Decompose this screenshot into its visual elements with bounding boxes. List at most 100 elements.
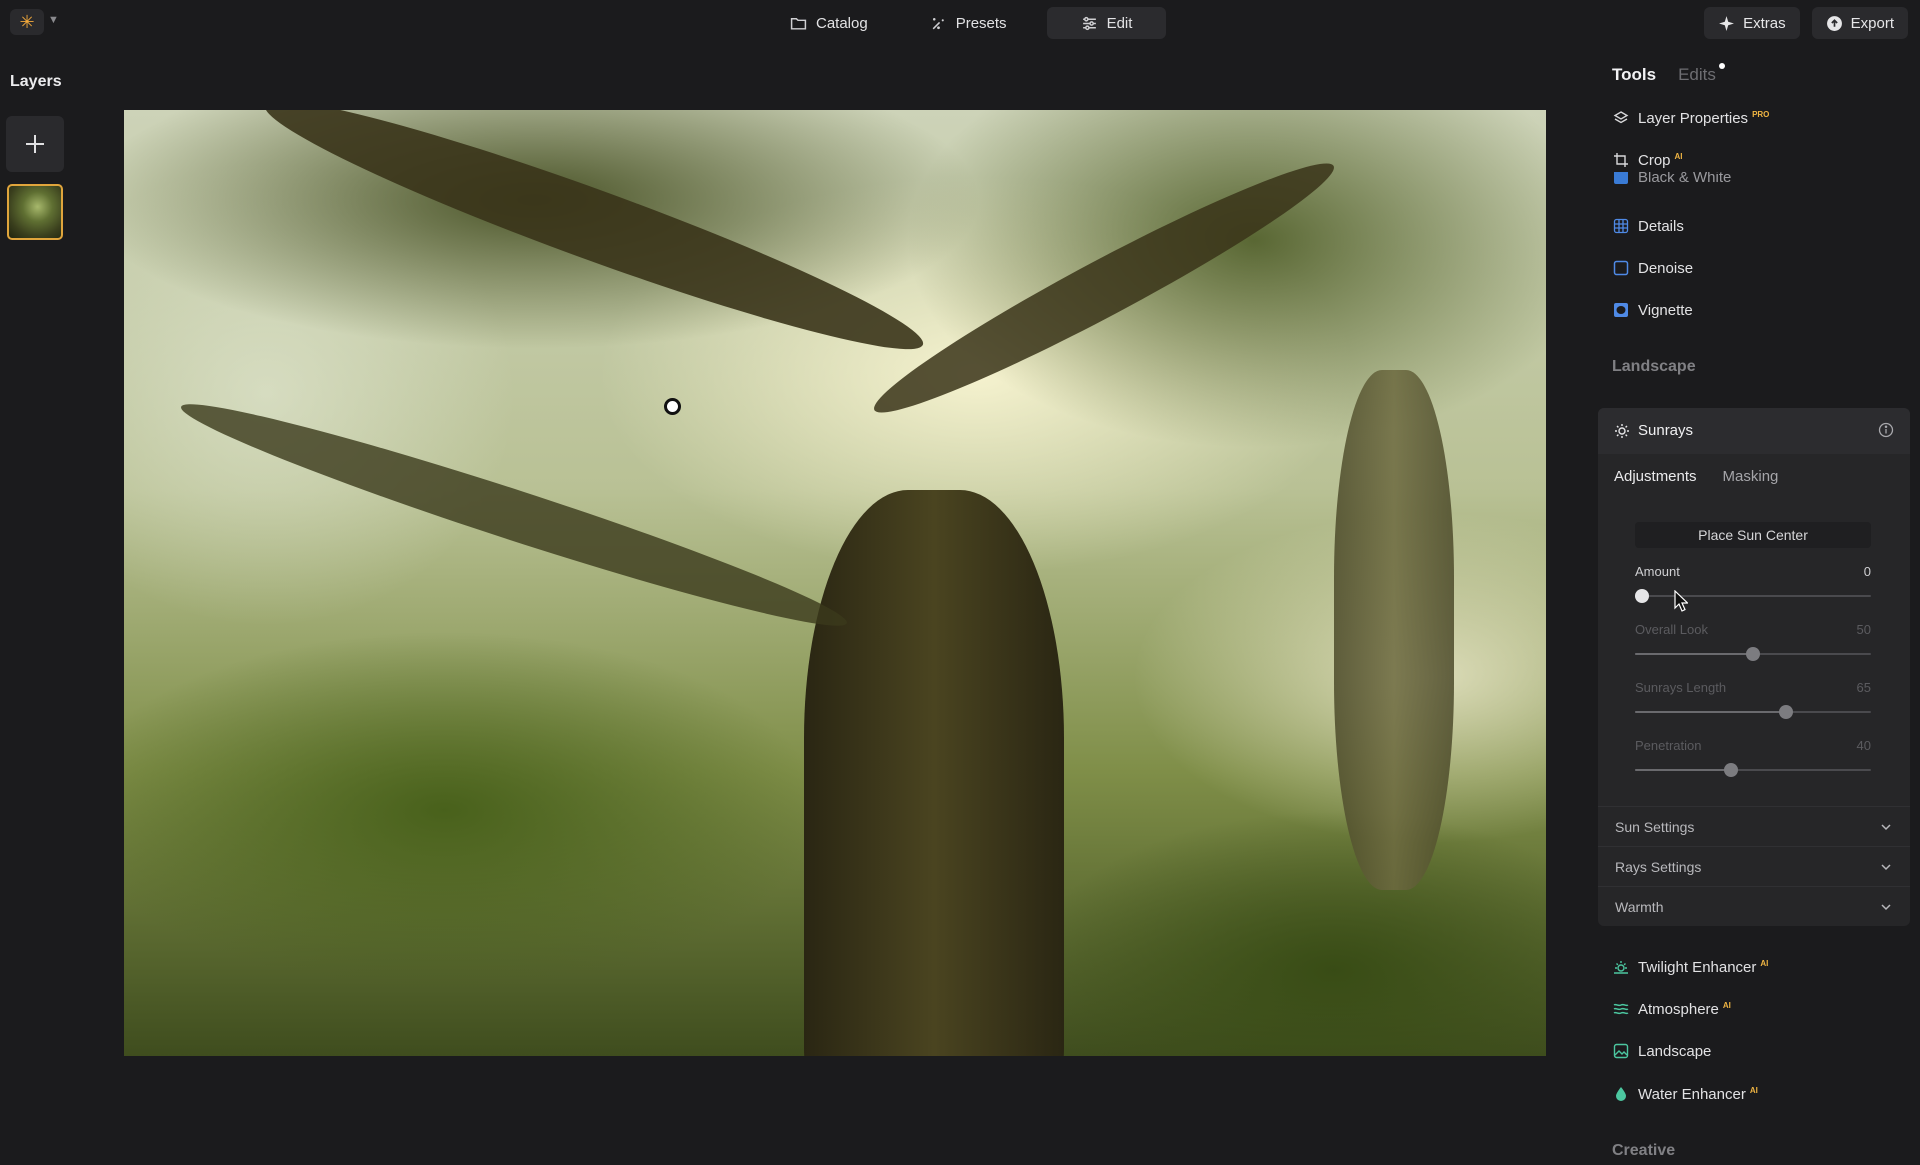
- add-layer-button[interactable]: [6, 116, 64, 172]
- rays-settings-accordion[interactable]: Rays Settings: [1598, 846, 1910, 886]
- layer-thumbnail[interactable]: [7, 184, 63, 240]
- panel-tabs: Tools Edits: [1612, 63, 1725, 85]
- bw-icon: [1614, 172, 1628, 184]
- tool-black-white[interactable]: Black & White: [1612, 172, 1731, 186]
- nav-presets-button[interactable]: Presets: [908, 7, 1029, 39]
- twilight-icon: [1614, 961, 1628, 974]
- sun-settings-accordion[interactable]: Sun Settings: [1598, 806, 1910, 846]
- tool-label: Atmosphere: [1638, 1000, 1719, 1018]
- plus-icon: [26, 135, 44, 153]
- tool-water-enhancer[interactable]: Water Enhancer AI: [1612, 1082, 1758, 1106]
- ai-badge: AI: [1749, 1085, 1758, 1095]
- section-landscape: Landscape: [1612, 358, 1696, 375]
- photo-canvas[interactable]: [124, 110, 1546, 1056]
- folder-icon: [790, 17, 807, 30]
- tool-label: Twilight Enhancer: [1638, 958, 1757, 976]
- tab-masking[interactable]: Masking: [1723, 468, 1779, 485]
- tool-label: Crop: [1638, 151, 1671, 169]
- app-menu-button[interactable]: ✳: [10, 9, 44, 35]
- ai-badge: AI: [1674, 151, 1683, 161]
- slider-fill: [1635, 653, 1753, 655]
- tab-edits-label: Edits: [1678, 65, 1716, 84]
- chevron-down-icon[interactable]: ▼: [48, 14, 59, 26]
- tool-vignette[interactable]: Vignette: [1612, 298, 1693, 322]
- tab-adjustments[interactable]: Adjustments: [1614, 468, 1697, 485]
- slider-value: 50: [1856, 622, 1871, 637]
- tree-branch-decor: [173, 383, 855, 647]
- slider-thumb[interactable]: [1746, 647, 1760, 661]
- place-sun-center-button[interactable]: Place Sun Center: [1635, 522, 1871, 548]
- sun-logo-icon: ✳: [19, 12, 35, 32]
- tool-layer-properties[interactable]: Layer Properties PRO: [1612, 106, 1769, 130]
- sunrays-title-label: Sunrays: [1638, 422, 1694, 439]
- tool-landscape[interactable]: Landscape: [1612, 1039, 1711, 1063]
- foliage-decor: [904, 110, 1546, 450]
- nav-catalog-button[interactable]: Catalog: [768, 7, 890, 39]
- chevron-down-icon: [1881, 863, 1891, 870]
- slider-value: 40: [1856, 738, 1871, 753]
- tool-twilight-enhancer[interactable]: Twilight Enhancer AI: [1612, 955, 1768, 979]
- sparkle-icon: [932, 17, 944, 29]
- slider-thumb[interactable]: [1635, 589, 1649, 603]
- slider-thumb[interactable]: [1723, 763, 1738, 777]
- ai-badge: AI: [1760, 958, 1769, 968]
- chevron-down-icon: [1881, 823, 1891, 830]
- tool-label: Water Enhancer: [1638, 1085, 1746, 1103]
- foliage-decor: [124, 630, 824, 990]
- section-creative: Creative: [1612, 1142, 1676, 1159]
- tool-atmosphere[interactable]: Atmosphere AI: [1612, 997, 1731, 1021]
- slider-thumb[interactable]: [1779, 705, 1794, 719]
- atmosphere-icon: [1613, 1003, 1629, 1015]
- tree-trunk-decor: [1334, 370, 1454, 890]
- warmth-accordion[interactable]: Warmth: [1598, 886, 1910, 926]
- tab-edits[interactable]: Edits: [1678, 63, 1725, 85]
- slider-value: 0: [1863, 564, 1871, 579]
- tool-label: Black & White: [1638, 172, 1732, 186]
- foliage-decor: [1024, 810, 1546, 1056]
- details-icon: [1613, 218, 1629, 234]
- layers-title: Layers: [10, 73, 62, 90]
- layers-icon: [1613, 111, 1629, 124]
- sun-icon: [1615, 423, 1629, 438]
- tool-details[interactable]: Details: [1612, 214, 1684, 238]
- edits-indicator-dot: [1718, 63, 1725, 69]
- water-drop-icon: [1616, 1087, 1626, 1101]
- tool-label: Denoise: [1638, 259, 1694, 277]
- main-nav: Catalog Presets Edit: [768, 7, 1167, 39]
- landscape-icon: [1613, 1043, 1629, 1059]
- vignette-icon: [1614, 303, 1628, 317]
- tool-crop[interactable]: Crop AI: [1612, 148, 1683, 172]
- penetration-slider[interactable]: Penetration 40: [1635, 738, 1871, 777]
- nav-edit-label: Edit: [1106, 14, 1133, 32]
- tool-label: Layer Properties: [1638, 109, 1749, 127]
- sun-center-handle[interactable]: [664, 398, 681, 415]
- slider-fill: [1635, 711, 1787, 713]
- slider-label: Overall Look: [1635, 622, 1708, 637]
- mouse-cursor-icon: [1674, 590, 1688, 612]
- slider-track[interactable]: [1635, 589, 1871, 603]
- tool-denoise[interactable]: Denoise: [1612, 256, 1693, 280]
- chevron-down-icon: [1881, 903, 1891, 910]
- slider-fill: [1635, 769, 1731, 771]
- tool-label: Landscape: [1638, 1042, 1712, 1060]
- slider-track[interactable]: [1635, 763, 1871, 777]
- accordion-label: Rays Settings: [1615, 858, 1702, 875]
- tab-tools[interactable]: Tools: [1612, 65, 1656, 85]
- sunrays-card: Sunrays Adjustments Masking Place Sun Ce…: [1598, 408, 1910, 926]
- slider-track[interactable]: [1635, 647, 1871, 661]
- tool-label: Details: [1638, 217, 1684, 235]
- sunrays-header[interactable]: Sunrays: [1598, 408, 1910, 454]
- sliders-icon: [1082, 16, 1096, 30]
- slider-track[interactable]: [1635, 705, 1871, 719]
- accordion-label: Sun Settings: [1615, 818, 1695, 835]
- sunrays-length-slider[interactable]: Sunrays Length 65: [1635, 680, 1871, 719]
- info-icon[interactable]: [1878, 422, 1894, 438]
- slider-label: Sunrays Length: [1635, 680, 1727, 695]
- slider-label: Penetration: [1635, 738, 1702, 753]
- nav-edit-button[interactable]: Edit: [1046, 7, 1167, 39]
- tool-label: Vignette: [1638, 301, 1693, 319]
- amount-slider[interactable]: Amount 0: [1635, 564, 1871, 603]
- tree-trunk-decor: [804, 490, 1064, 1056]
- overall-look-slider[interactable]: Overall Look 50: [1635, 622, 1871, 661]
- nav-presets-label: Presets: [955, 14, 1007, 32]
